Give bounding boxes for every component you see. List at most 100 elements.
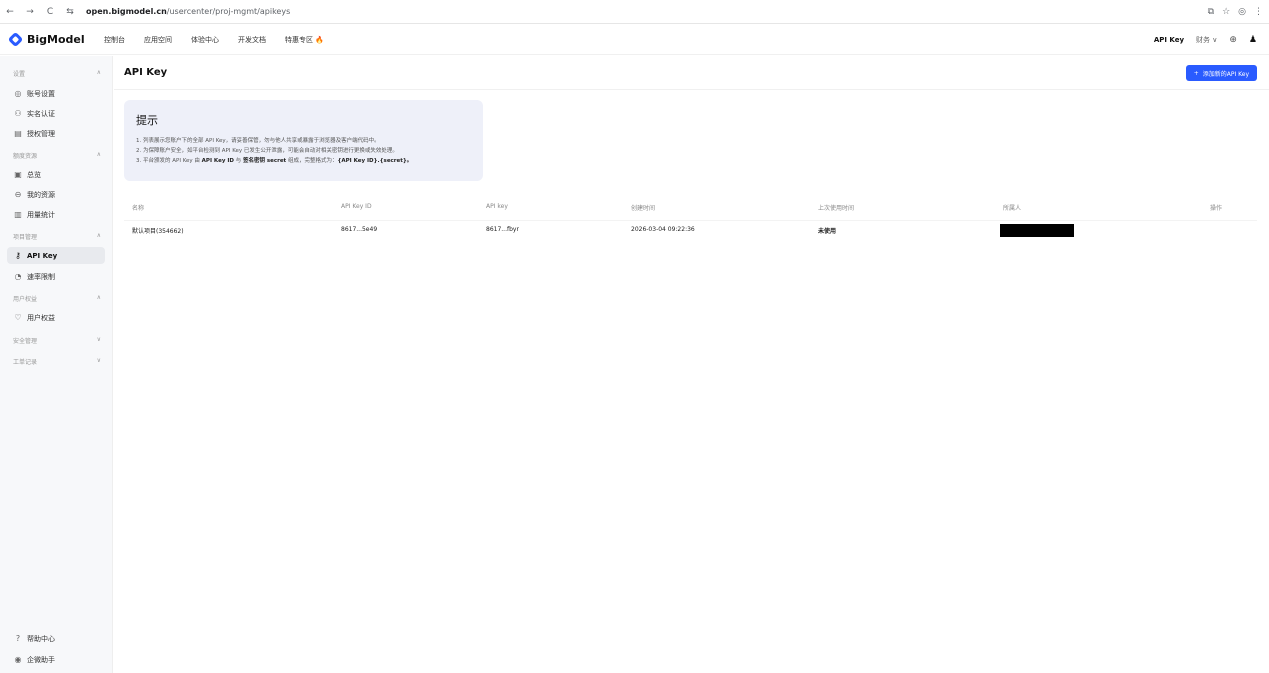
sidebar-item-usage-stats[interactable]: ▥ 用量统计	[7, 206, 105, 223]
sidebar-item-api-key[interactable]: ⚷ API Key	[7, 247, 105, 264]
tip-bold: {API Key ID}.{secret}。	[337, 158, 413, 164]
nav-console[interactable]: 控制台	[104, 35, 125, 45]
sidebar-item-help-center[interactable]: ? 帮助中心	[7, 630, 105, 647]
header-finance-dropdown[interactable]: 财务 ∨	[1196, 35, 1217, 45]
top-nav: 控制台 应用空间 体验中心 开发文档 特惠专区 🔥	[104, 35, 343, 45]
gauge-icon: ◔	[14, 272, 22, 281]
sidebar-group-user-benefits[interactable]: 用户权益 ∧	[13, 294, 101, 303]
logo-text: BigModel	[27, 33, 85, 46]
add-api-key-label: 添加新的API Key	[1202, 70, 1249, 78]
nav-experience-center[interactable]: 体验中心	[191, 35, 219, 45]
logo-mark-icon	[7, 31, 24, 48]
key-icon: ⚷	[15, 251, 21, 260]
forward-icon[interactable]: →	[20, 7, 40, 17]
tip-text: 组成，完整格式为：	[286, 158, 338, 164]
chevron-up-icon: ∧	[96, 151, 101, 158]
cast-icon[interactable]: ⧉	[1208, 7, 1214, 17]
nav-dev-docs[interactable]: 开发文档	[238, 35, 266, 45]
sidebar-item-overview[interactable]: ▣ 总览	[7, 166, 105, 183]
sidebar-group-quota[interactable]: 额度资源 ∧	[13, 151, 101, 160]
user-avatar-icon[interactable]: ♟	[1249, 35, 1257, 45]
sidebar-group-label: 额度资源	[13, 153, 38, 160]
address-bar[interactable]: open.bigmodel.cn /usercenter/proj-mgmt/a…	[86, 7, 290, 16]
page-title: API Key	[124, 67, 168, 78]
sidebar-item-label: 授权管理	[27, 129, 55, 138]
tip-line-1: 1. 列表展示您账户下的全部 API Key，请妥善保管，勿与他人共享或暴露于浏…	[136, 138, 380, 144]
cell-name: 默认项目(354662)	[132, 228, 184, 235]
sidebar-item-label: 总览	[27, 170, 41, 179]
sidebar-item-wecom-assistant[interactable]: ◉ 企微助手	[7, 651, 105, 668]
sidebar-group-settings[interactable]: 设置 ∧	[13, 69, 101, 78]
cell-key-id[interactable]: 8617...5e49	[341, 226, 377, 233]
sidebar-group-projects[interactable]: 项目管理 ∧	[13, 232, 101, 241]
chevron-up-icon: ∧	[96, 69, 101, 76]
tip-box: 提示 1. 列表展示您账户下的全部 API Key，请妥善保管，勿与他人共享或暴…	[124, 100, 483, 181]
site-settings-icon[interactable]: ⇆	[60, 7, 80, 17]
tip-title: 提示	[136, 114, 158, 127]
cell-api-key[interactable]: 8617...fbyr	[486, 226, 519, 233]
sidebar-item-account-settings[interactable]: ◎ 账号设置	[7, 85, 105, 102]
assistant-icon: ◉	[14, 655, 22, 664]
sidebar-item-my-resources[interactable]: ⊖ 我的资源	[7, 186, 105, 203]
sidebar-item-rate-limit[interactable]: ◔ 速率限制	[7, 268, 105, 285]
col-header-last-used: 上次使用时间	[818, 205, 855, 212]
sidebar-item-authorization[interactable]: ▤ 授权管理	[7, 125, 105, 142]
overview-icon: ▣	[14, 170, 22, 179]
tip-text: 与	[233, 158, 243, 164]
app-header: BigModel 控制台 应用空间 体验中心 开发文档 特惠专区 🔥 API K…	[0, 25, 1269, 55]
chevron-up-icon: ∧	[96, 232, 101, 239]
authorization-icon: ▤	[14, 129, 22, 138]
sidebar-item-real-name[interactable]: ⚇ 实名认证	[7, 105, 105, 122]
table-header: 名称 API Key ID API key 创建时间 上次使用时间 所属人 操作	[124, 203, 1257, 215]
sidebar-item-label: 用量统计	[27, 210, 55, 219]
tip-line-3: 3. 平台颁发的 API Key 由 API Key ID 与 签名密钥 sec…	[136, 156, 471, 166]
tip-line-2: 2. 为保障账户安全，如平台检测到 API Key 已发生公开泄露，可能会自动对…	[136, 148, 398, 154]
sidebar-group-label: 设置	[13, 71, 26, 78]
reload-icon[interactable]: C	[40, 7, 60, 17]
tip-bold: 签名密钥 secret	[242, 158, 287, 164]
user-verify-icon: ⚇	[14, 109, 22, 118]
sidebar-item-label: 企微助手	[27, 655, 55, 664]
main-content: API Key + 添加新的API Key 提示 1. 列表展示您账户下的全部 …	[114, 56, 1269, 673]
sidebar-item-user-benefits[interactable]: ♡ 用户权益	[7, 309, 105, 326]
col-header-key-id: API Key ID	[341, 203, 372, 210]
header-api-key-link[interactable]: API Key	[1154, 36, 1184, 44]
owner-redacted	[1000, 224, 1074, 237]
plus-icon: +	[1193, 69, 1199, 77]
sidebar-group-label: 工单记录	[13, 359, 38, 366]
chevron-down-icon: ∨	[96, 357, 101, 364]
browser-toolbar: ← → C ⇆ open.bigmodel.cn /usercenter/pro…	[0, 0, 1269, 24]
col-header-owner: 所属人	[1003, 205, 1022, 212]
tip-bold: API Key ID	[201, 158, 234, 164]
col-header-name: 名称	[132, 205, 145, 212]
sidebar-item-label: 账号设置	[27, 89, 55, 98]
bookmark-star-icon[interactable]: ☆	[1222, 7, 1230, 17]
language-globe-icon[interactable]: ⊕	[1229, 35, 1237, 45]
sidebar-item-label: 帮助中心	[27, 634, 55, 643]
chevron-down-icon: ∨	[96, 336, 101, 343]
sidebar: 设置 ∧ ◎ 账号设置 ⚇ 实名认证 ▤ 授权管理 额度资源 ∧ ▣ 总览 ⊖ …	[0, 56, 113, 673]
nav-app-space[interactable]: 应用空间	[144, 35, 172, 45]
sidebar-item-label: 用户权益	[27, 313, 55, 322]
browser-menu-icon[interactable]: ⋮	[1254, 7, 1263, 17]
tip-text: 3. 平台颁发的 API Key 由	[136, 158, 202, 164]
sidebar-item-label: 速率限制	[27, 272, 55, 281]
col-header-created: 创建时间	[631, 205, 656, 212]
sidebar-group-security[interactable]: 安全管理 ∨	[13, 336, 101, 345]
resources-icon: ⊖	[14, 190, 22, 199]
table-row: 默认项目(354662) 8617...5e49 8617...fbyr 202…	[124, 224, 1257, 240]
heart-icon: ♡	[14, 313, 22, 322]
nav-special-offers[interactable]: 特惠专区 🔥	[285, 35, 324, 45]
chevron-up-icon: ∧	[96, 294, 101, 301]
back-icon[interactable]: ←	[0, 7, 20, 17]
add-api-key-button[interactable]: + 添加新的API Key	[1185, 65, 1257, 81]
account-settings-icon: ◎	[14, 89, 22, 98]
sidebar-item-label: API Key	[27, 251, 58, 260]
url-domain: open.bigmodel.cn	[86, 7, 167, 16]
logo[interactable]: BigModel	[7, 31, 90, 48]
help-icon: ?	[15, 634, 21, 643]
cell-created: 2026-03-04 09:22:36	[631, 226, 695, 233]
profile-icon[interactable]: ◎	[1238, 7, 1246, 17]
sidebar-group-tickets[interactable]: 工单记录 ∨	[13, 357, 101, 366]
divider	[124, 220, 1257, 221]
